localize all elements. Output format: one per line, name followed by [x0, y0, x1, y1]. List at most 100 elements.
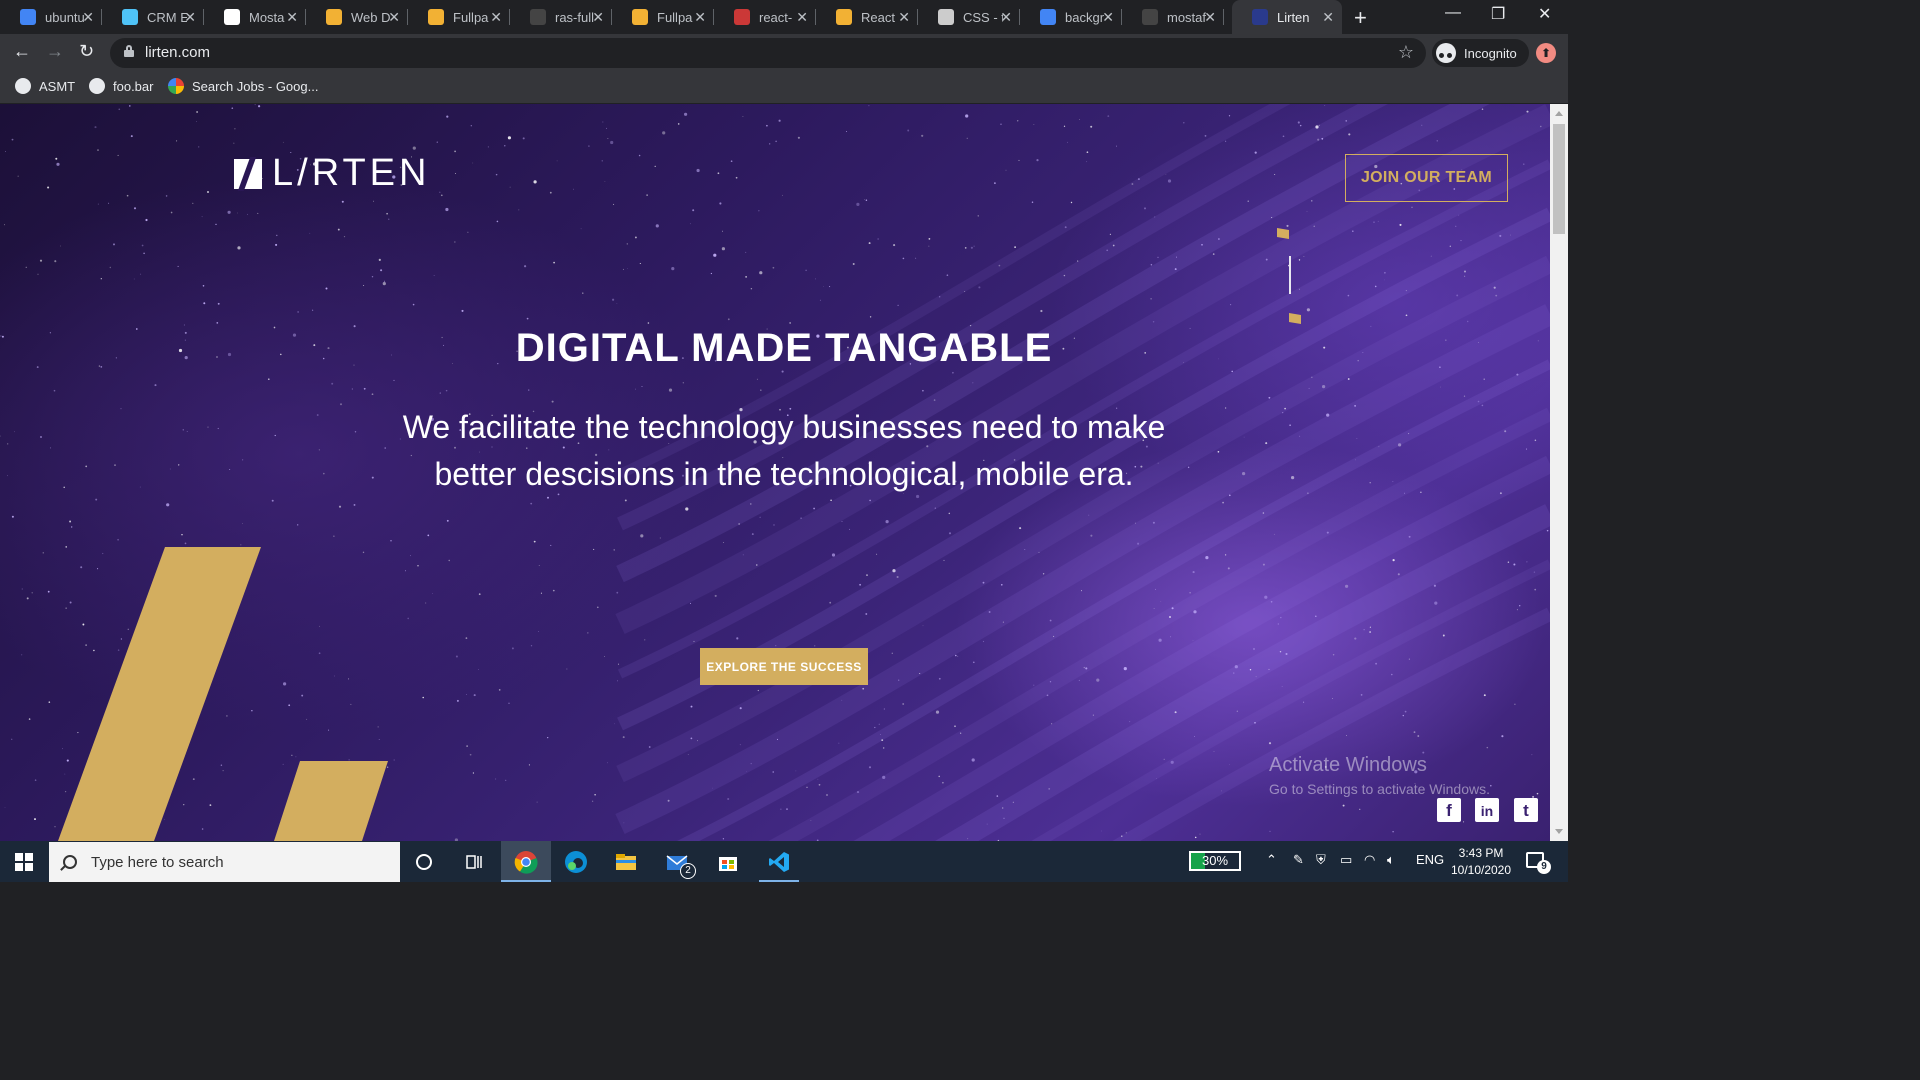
close-window-button[interactable]: ✕ [1538, 4, 1551, 24]
tab-title: mostaf [1167, 9, 1207, 25]
watermark-title: Activate Windows [1269, 754, 1427, 776]
forward-button[interactable]: → [46, 41, 64, 62]
scroll-up-arrow-icon[interactable] [1555, 111, 1563, 116]
wifi-icon[interactable]: ◠ [1364, 852, 1375, 868]
new-tab-button[interactable]: + [1354, 5, 1367, 31]
browser-tab[interactable]: mostaf ✕ [1122, 0, 1224, 34]
chrome-running-indicator [506, 880, 546, 882]
browser-tab[interactable]: Web D ✕ [306, 0, 408, 34]
mail-icon[interactable]: 2 [662, 847, 696, 879]
close-tab-icon[interactable]: ✕ [592, 9, 604, 26]
google-icon [168, 78, 184, 94]
close-tab-icon[interactable]: ✕ [82, 9, 94, 26]
vscode-icon[interactable] [764, 847, 794, 877]
system-clock[interactable]: 3:43 PM 10/10/2020 [1446, 845, 1516, 879]
bookmark-star-icon[interactable]: ☆ [1398, 42, 1414, 63]
windows-start-icon[interactable] [15, 853, 33, 871]
bookmark-foobar[interactable]: foo.bar [89, 78, 153, 94]
section-dot-1[interactable] [1277, 227, 1289, 240]
browser-tab[interactable]: React ✕ [816, 0, 918, 34]
close-tab-icon[interactable]: ✕ [1000, 9, 1012, 26]
bookmark-search-jobs[interactable]: Search Jobs - Goog... [168, 78, 318, 94]
incognito-label: Incognito [1464, 45, 1517, 61]
browser-tab[interactable]: react- ✕ [714, 0, 816, 34]
show-hidden-icons-icon[interactable]: ⌃ [1266, 852, 1277, 868]
tab-separator [1223, 9, 1224, 25]
url-text[interactable]: lirten.com [145, 44, 210, 61]
scrollbar-thumb[interactable] [1553, 124, 1565, 234]
address-bar[interactable]: lirten.com ☆ [110, 38, 1426, 68]
linkedin-icon[interactable]: in [1475, 798, 1499, 822]
bookmark-asmt[interactable]: ASMT [15, 78, 75, 94]
close-tab-icon[interactable]: ✕ [490, 9, 502, 26]
browser-tab[interactable]: Lirten ✕ [1232, 0, 1342, 34]
tab-title: CSS - t [963, 9, 1003, 25]
task-view-icon[interactable] [459, 847, 489, 877]
cortana-icon[interactable] [409, 847, 439, 877]
security-icon[interactable]: ⛨ [1316, 852, 1326, 868]
minimize-button[interactable]: — [1445, 4, 1461, 22]
close-tab-icon[interactable]: ✕ [1102, 9, 1114, 26]
medium-icon [224, 9, 240, 25]
browser-tab[interactable]: Fullpa ✕ [408, 0, 510, 34]
vscode-running-indicator [759, 880, 799, 882]
edge-icon[interactable] [561, 847, 591, 877]
scroll-down-arrow-icon[interactable] [1555, 829, 1563, 834]
close-tab-icon[interactable]: ✕ [796, 9, 808, 26]
browser-tab[interactable]: backgr ✕ [1020, 0, 1122, 34]
github-icon [1142, 9, 1158, 25]
back-button[interactable]: ← [13, 41, 31, 62]
browser-tab[interactable]: Fullpa ✕ [612, 0, 714, 34]
reload-button[interactable]: ↻ [79, 41, 94, 62]
watermark-subtitle: Go to Settings to activate Windows. [1269, 781, 1490, 797]
join-our-team-button[interactable]: JOIN OUR TEAM [1345, 154, 1508, 202]
tab-title: react- [759, 9, 793, 25]
section-dot-2[interactable] [1289, 312, 1301, 325]
battery-icon[interactable]: ▭ [1340, 852, 1352, 868]
browser-tab[interactable]: ubuntu ✕ [0, 0, 102, 34]
close-tab-icon[interactable]: ✕ [286, 9, 298, 26]
google-icon [1040, 9, 1056, 25]
browser-tab[interactable]: ras-full ✕ [510, 0, 612, 34]
browser-tab[interactable]: CSS - t ✕ [918, 0, 1020, 34]
store-icon[interactable] [713, 847, 743, 877]
toolbar: ← → ↻ lirten.com ☆ Incognito ⬆ [0, 34, 1568, 72]
tab-title: CRM E [147, 9, 187, 25]
github-icon [530, 9, 546, 25]
battery-indicator[interactable]: 30% [1189, 851, 1241, 871]
tab-title: ubuntu [45, 9, 85, 25]
browser-tab[interactable]: CRM E ✕ [102, 0, 204, 34]
search-placeholder: Type here to search [91, 853, 224, 871]
tab-title: ras-full [555, 9, 595, 25]
globe-icon [15, 78, 31, 94]
chrome-icon[interactable] [511, 847, 541, 877]
close-tab-icon[interactable]: ✕ [898, 9, 910, 26]
tab-title: Fullpa [657, 9, 693, 25]
language-indicator[interactable]: ENG [1416, 852, 1444, 867]
taskbar-search-input[interactable]: Type here to search [49, 842, 400, 882]
tab-title: Web D [351, 9, 391, 25]
explore-success-button[interactable]: EXPLORE THE SUCCESS [700, 648, 868, 685]
chrome-remote-icon [20, 9, 36, 25]
twitter-icon[interactable]: t [1514, 798, 1538, 822]
volume-icon[interactable]: 🔈︎ [1387, 852, 1395, 868]
clock-date: 10/10/2020 [1450, 863, 1512, 877]
restore-button[interactable]: ❐ [1491, 4, 1505, 24]
close-tab-icon[interactable]: ✕ [1322, 9, 1334, 26]
incognito-indicator[interactable]: Incognito [1432, 39, 1529, 67]
update-icon[interactable]: ⬆ [1536, 43, 1556, 63]
file-explorer-icon[interactable] [611, 847, 641, 877]
page-scrollbar[interactable] [1550, 104, 1568, 841]
pen-icon[interactable]: ✎ [1293, 852, 1304, 868]
browser-tab[interactable]: Mosta ✕ [204, 0, 306, 34]
lirten-logo[interactable]: L/RTEN [234, 152, 430, 195]
bulb-icon [326, 9, 342, 25]
logo-mark-icon [234, 158, 262, 189]
windows-taskbar: Type here to search 2 30% ⌃ ✎ ⛨ ▭ ◠ 🔈︎ E… [0, 841, 1568, 882]
close-tab-icon[interactable]: ✕ [184, 9, 196, 26]
close-tab-icon[interactable]: ✕ [694, 9, 706, 26]
facebook-icon[interactable]: f [1437, 798, 1461, 822]
notifications-icon[interactable]: 9 [1526, 852, 1551, 874]
close-tab-icon[interactable]: ✕ [388, 9, 400, 26]
close-tab-icon[interactable]: ✕ [1204, 9, 1216, 26]
